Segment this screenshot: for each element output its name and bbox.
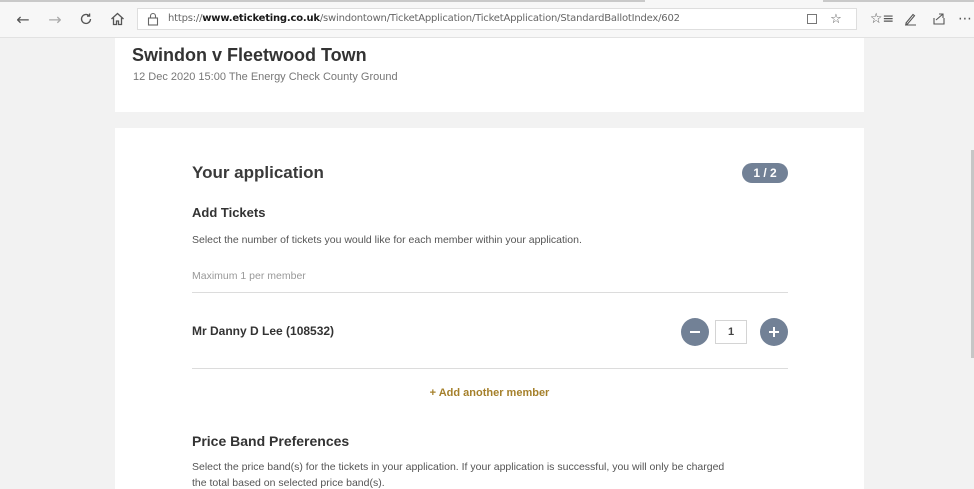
application-heading: Your application <box>192 163 324 182</box>
pen-icon[interactable] <box>899 9 921 29</box>
tab-strip-line <box>823 0 974 2</box>
match-card: Swindon v Fleetwood Town 12 Dec 2020 15:… <box>115 38 864 112</box>
match-title: Swindon v Fleetwood Town <box>132 45 367 65</box>
price-band-heading: Price Band Preferences <box>192 433 350 449</box>
member-name: Mr Danny D Lee (108532) <box>192 324 335 338</box>
add-tickets-description: Select the number of tickets you would l… <box>192 234 582 246</box>
add-tickets-heading: Add Tickets <box>192 205 266 220</box>
forward-icon[interactable]: → <box>44 9 66 29</box>
url-path: /swindontown/TicketApplication/TicketApp… <box>319 13 680 24</box>
favorites-hub-icon[interactable]: ☆≡ <box>870 9 894 29</box>
quantity-field[interactable]: 1 <box>715 320 747 344</box>
plus-icon <box>769 327 779 337</box>
share-icon[interactable] <box>928 9 950 29</box>
reading-view-icon[interactable] <box>804 11 820 27</box>
favorite-star-icon[interactable]: ☆ <box>828 11 844 27</box>
home-icon[interactable] <box>106 9 128 29</box>
refresh-icon[interactable] <box>75 9 97 29</box>
address-bar[interactable]: https://www.eticketing.co.uk/swindontown… <box>137 8 857 30</box>
browser-toolbar: ← → https://www.eticketing.co.uk/swindon… <box>0 0 974 38</box>
more-icon[interactable]: ⋯ <box>956 9 974 29</box>
url-prefix: https:// <box>168 13 203 24</box>
match-subtitle: 12 Dec 2020 15:00 The Energy Check Count… <box>133 71 398 83</box>
lock-icon <box>147 12 159 26</box>
divider <box>192 368 788 369</box>
back-icon[interactable]: ← <box>12 9 34 29</box>
application-card: Your application 1 / 2 Add Tickets Selec… <box>115 128 864 489</box>
divider <box>192 292 788 293</box>
step-badge: 1 / 2 <box>742 163 788 183</box>
increase-quantity-button[interactable] <box>760 318 788 346</box>
url-host: www.eticketing.co.uk <box>202 13 320 24</box>
tab-strip-line <box>0 0 645 2</box>
page-content: Swindon v Fleetwood Town 12 Dec 2020 15:… <box>0 38 974 489</box>
max-per-member-note: Maximum 1 per member <box>192 270 306 282</box>
add-another-member-link[interactable]: + Add another member <box>115 387 864 399</box>
price-band-description: Select the price band(s) for the tickets… <box>192 461 725 473</box>
price-band-description-cont: the total based on selected price band(s… <box>192 477 385 489</box>
minus-icon <box>690 331 700 333</box>
decrease-quantity-button[interactable] <box>681 318 709 346</box>
url-text[interactable]: https://www.eticketing.co.uk/swindontown… <box>168 13 680 24</box>
